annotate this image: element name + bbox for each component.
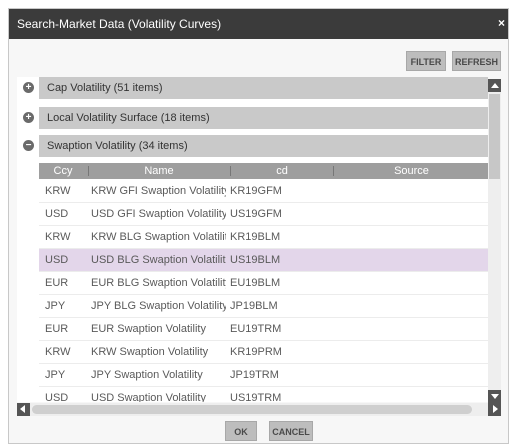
group-label[interactable]: Swaption Volatility (34 items) [39,135,488,157]
title-bar: Search-Market Data (Volatility Curves) × [9,9,508,39]
cell-ccy: JPY [45,369,66,381]
table-row[interactable]: JPY JPY Swaption Volatility JP19TRM [39,364,488,387]
cell-name: KRW Swaption Volatility [91,346,209,358]
scroll-up-icon[interactable] [488,79,501,92]
scroll-right-icon[interactable] [488,403,501,416]
cell-name: JPY Swaption Volatility [91,369,203,381]
cell-cd: EU19TRM [230,323,282,335]
group-cap-volatility[interactable]: + Cap Volatility (51 items) [17,77,488,99]
ok-button[interactable]: OK [225,421,257,441]
cell-name: USD GFI Swaption Volatility [91,208,226,220]
cell-name: KRW BLG Swaption Volatilit [91,231,226,243]
cell-cd: JP19BLM [230,300,278,312]
column-name[interactable]: Name [89,163,229,179]
cell-name: USD BLG Swaption Volatilit [91,254,226,266]
table-row[interactable]: USD USD Swaption Volatility US19TRM [39,387,488,402]
cell-cd: US19GFM [230,208,282,220]
column-header: Ccy Name cd Source [39,163,488,179]
cell-cd: KR19BLM [230,231,281,243]
group-local-volatility-surface[interactable]: + Local Volatility Surface (18 items) [17,107,488,129]
table-row[interactable]: USD USD GFI Swaption Volatility US19GFM [39,203,488,226]
column-source[interactable]: Source [334,163,488,179]
cell-name: USD Swaption Volatility [91,392,206,402]
group-swaption-volatility[interactable]: − Swaption Volatility (34 items) [17,135,488,157]
volatility-tree: + Cap Volatility (51 items) + Local Vola… [17,77,488,402]
cell-cd: JP19TRM [230,369,279,381]
collapse-icon[interactable]: − [23,140,34,151]
group-label[interactable]: Local Volatility Surface (18 items) [39,107,488,129]
cell-ccy: KRW [45,346,71,358]
cell-ccy: USD [45,392,69,402]
table-row[interactable]: USD USD BLG Swaption Volatilit US19BLM [39,249,488,272]
expand-icon[interactable]: + [23,112,34,123]
filter-button[interactable]: FILTER [406,51,446,71]
cell-ccy: JPY [45,300,66,312]
table-row[interactable]: KRW KRW GFI Swaption Volatility KR19GFM [39,180,488,203]
cancel-button[interactable]: CANCEL [269,421,313,441]
cell-ccy: USD [45,254,69,266]
vertical-scrollbar[interactable] [488,79,501,403]
cell-ccy: KRW [45,185,71,197]
cell-name: KRW GFI Swaption Volatility [91,185,226,197]
cell-ccy: EUR [45,277,69,289]
cell-cd: KR19PRM [230,346,282,358]
scroll-thumb-horizontal[interactable] [32,405,472,414]
cell-cd: US19TRM [230,392,282,402]
expand-icon[interactable]: + [23,82,34,93]
cell-ccy: EUR [45,323,69,335]
table-row[interactable]: JPY JPY BLG Swaption Volatility JP19BLM [39,295,488,318]
cell-name: JPY BLG Swaption Volatility [91,300,226,312]
window-title: Search-Market Data (Volatility Curves) [17,17,222,31]
cell-cd: US19BLM [230,254,281,266]
cell-cd: KR19GFM [230,185,282,197]
column-cd[interactable]: cd [231,163,333,179]
group-label[interactable]: Cap Volatility (51 items) [39,77,488,99]
cell-name: EUR Swaption Volatility [91,323,206,335]
table-row[interactable]: EUR EUR Swaption Volatility EU19TRM [39,318,488,341]
table-row[interactable]: KRW KRW BLG Swaption Volatilit KR19BLM [39,226,488,249]
table-row[interactable]: KRW KRW Swaption Volatility KR19PRM [39,341,488,364]
close-icon[interactable]: × [498,16,505,30]
column-ccy[interactable]: Ccy [39,163,87,179]
horizontal-scrollbar[interactable] [17,403,501,416]
cell-name: EUR BLG Swaption Volatility [91,277,226,289]
refresh-button[interactable]: REFRESH [452,51,501,71]
cell-cd: EU19BLM [230,277,281,289]
cell-ccy: USD [45,208,69,220]
scroll-left-icon[interactable] [17,403,30,416]
cell-ccy: KRW [45,231,71,243]
table-row[interactable]: EUR EUR BLG Swaption Volatility EU19BLM [39,272,488,295]
search-market-data-dialog: Search-Market Data (Volatility Curves) ×… [8,8,509,444]
scroll-thumb[interactable] [489,94,500,179]
scroll-down-icon[interactable] [488,390,501,403]
